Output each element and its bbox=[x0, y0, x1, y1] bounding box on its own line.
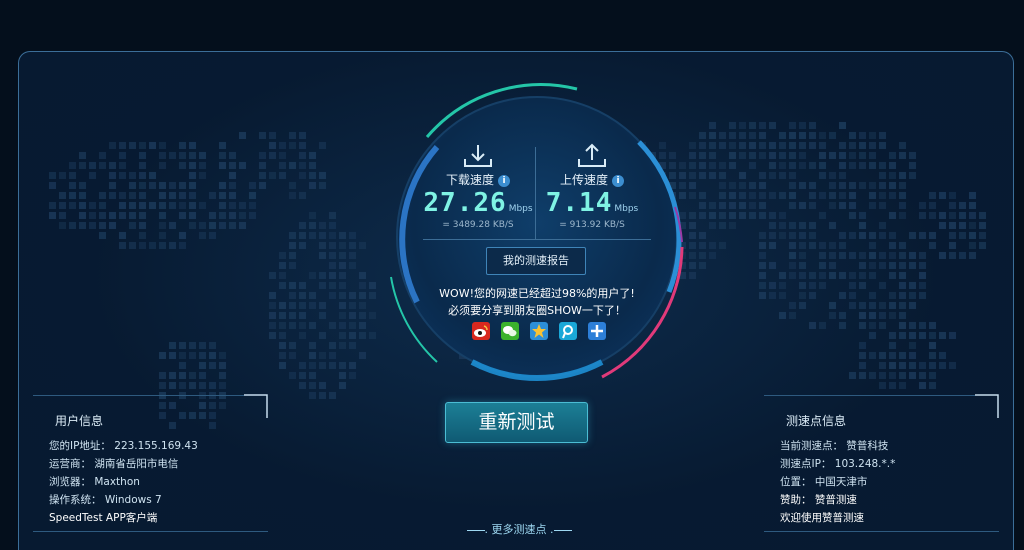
download-info-icon[interactable]: i bbox=[498, 175, 510, 187]
user-info-box: 用户信息 您的IP地址： 223.155.169.43 运营商： 湖南省岳阳市电… bbox=[33, 394, 268, 534]
tencent-weibo-icon[interactable] bbox=[559, 322, 578, 340]
user-browser: 浏览器： Maxthon bbox=[49, 476, 140, 488]
user-ip: 您的IP地址： 223.155.169.43 bbox=[49, 440, 198, 452]
box-bottom-line bbox=[764, 531, 999, 532]
download-arrow-icon bbox=[464, 145, 492, 167]
speedtest-app-link[interactable]: SpeedTest APP客户端 bbox=[49, 510, 157, 525]
speed-report-button[interactable]: 我的测速报告 bbox=[486, 247, 586, 275]
server-welcome: 欢迎使用赞普测速 bbox=[780, 512, 864, 524]
user-info-title: 用户信息 bbox=[55, 414, 104, 428]
dash-decoration bbox=[553, 530, 572, 531]
server-sponsor-link[interactable]: 赞助： 赞普测速 bbox=[780, 492, 857, 507]
dash-decoration bbox=[466, 530, 485, 531]
more-servers-link[interactable]: . 更多测速点 . bbox=[459, 521, 579, 537]
dial-divider bbox=[423, 239, 651, 240]
download-value-row: 27.26 Mbps bbox=[423, 188, 533, 218]
upload-arrow-icon bbox=[578, 143, 606, 167]
box-top-line bbox=[764, 395, 975, 396]
server-location: 位置： 中国天津市 bbox=[780, 476, 868, 488]
user-os: 操作系统： Windows 7 bbox=[49, 494, 162, 506]
result-message-line2: 必须要分享到朋友圈SHOW一下了！ bbox=[448, 304, 626, 317]
user-isp: 运营商： 湖南省岳阳市电信 bbox=[49, 458, 179, 470]
box-bottom-line bbox=[33, 531, 268, 532]
corner-bracket-icon bbox=[975, 394, 999, 418]
upload-value-row: 7.14 Mbps bbox=[537, 188, 647, 218]
server-info-title: 测速点信息 bbox=[786, 414, 847, 428]
speed-divider bbox=[535, 147, 536, 239]
upload-label: 上传速度 bbox=[559, 173, 608, 187]
upload-kbs: = 913.92 KB/S bbox=[559, 220, 625, 230]
wechat-icon[interactable] bbox=[501, 322, 520, 340]
upload-unit: Mbps bbox=[614, 204, 639, 214]
download-value: 27.26 bbox=[423, 188, 507, 218]
server-info-box: 测速点信息 当前测速点： 赞普科技 测速点IP： 103.248.*.* 位置：… bbox=[764, 394, 999, 534]
retest-button[interactable]: 重新测试 bbox=[445, 402, 588, 443]
share-buttons bbox=[472, 322, 612, 342]
speedtest-panel: 下载速度 i 27.26 Mbps = 3489.28 KB/S 上传速度 i 7.1… bbox=[18, 51, 1014, 550]
upload-section: 上传速度 i 7.14 Mbps = 913.92 KB/S bbox=[537, 143, 647, 230]
qzone-icon[interactable] bbox=[530, 322, 549, 340]
box-top-line bbox=[33, 395, 244, 396]
server-current: 当前测速点： 赞普科技 bbox=[780, 440, 889, 452]
speed-dial: 下载速度 i 27.26 Mbps = 3489.28 KB/S 上传速度 i 7.1… bbox=[377, 77, 697, 397]
dial-rings bbox=[390, 83, 684, 382]
upload-label-row: 上传速度 i bbox=[537, 171, 647, 188]
download-label-row: 下载速度 i bbox=[423, 171, 533, 188]
corner-bracket-icon bbox=[244, 394, 268, 418]
download-label: 下载速度 bbox=[445, 173, 494, 187]
upload-value: 7.14 bbox=[545, 188, 613, 218]
download-unit: Mbps bbox=[508, 204, 533, 214]
server-ip: 测速点IP： 103.248.*.* bbox=[780, 458, 896, 470]
download-kbs: = 3489.28 KB/S bbox=[442, 220, 514, 230]
download-section: 下载速度 i 27.26 Mbps = 3489.28 KB/S bbox=[423, 143, 533, 230]
upload-info-icon[interactable]: i bbox=[612, 175, 624, 187]
more-share-icon[interactable] bbox=[588, 322, 607, 340]
result-message-line1: WOW!您的网速已经超过98%的用户了! bbox=[439, 287, 635, 300]
more-servers-label: . 更多测速点 . bbox=[484, 523, 554, 536]
weibo-icon[interactable] bbox=[472, 322, 490, 340]
